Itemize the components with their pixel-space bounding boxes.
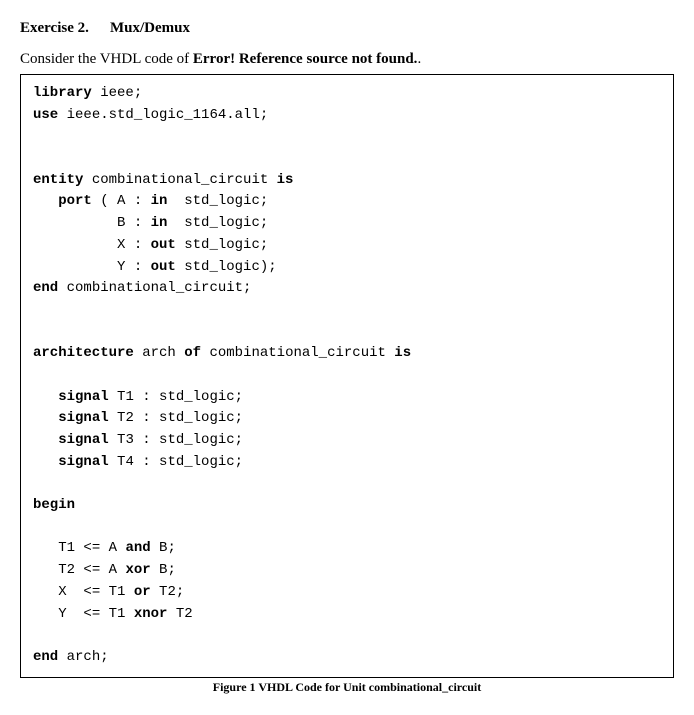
code-b1a: T1 <= A (58, 540, 125, 556)
exercise-heading: Exercise 2.Mux/Demux (20, 20, 674, 37)
kw-is2: is (394, 345, 411, 361)
intro-suffix: . (417, 51, 421, 67)
kw-entity: entity (33, 172, 83, 188)
kw-use: use (33, 107, 58, 123)
kw-signal4: signal (58, 454, 108, 470)
code-l6b: std_logic; (176, 237, 268, 253)
code-l5b: std_logic; (167, 215, 268, 231)
kw-signal1: signal (58, 389, 108, 405)
kw-end1: end (33, 280, 58, 296)
code-l9b: combinational_circuit (201, 345, 394, 361)
kw-port: port (58, 193, 92, 209)
code-endarch: arch; (58, 649, 108, 665)
code-l4b: std_logic; (167, 193, 268, 209)
kw-begin: begin (33, 497, 75, 513)
code-l6a: X : (117, 237, 151, 253)
kw-xnor: xnor (134, 606, 168, 622)
code-sig1: T1 : std_logic; (109, 389, 243, 405)
intro-error: Error! Reference source not found. (193, 51, 418, 67)
kw-end2: end (33, 649, 58, 665)
code-b4a: Y <= T1 (58, 606, 134, 622)
code-l7a: Y : (117, 259, 151, 275)
kw-xor: xor (125, 562, 150, 578)
code-sig4: T4 : std_logic; (109, 454, 243, 470)
kw-out2: out (151, 259, 176, 275)
kw-library: library (33, 85, 92, 101)
code-l7b: std_logic); (176, 259, 277, 275)
code-l1a: ieee; (92, 85, 142, 101)
kw-of: of (184, 345, 201, 361)
intro-prefix: Consider the VHDL code of (20, 51, 193, 67)
code-b2a: T2 <= A (58, 562, 125, 578)
code-b1b: B; (151, 540, 176, 556)
figure-caption: Figure 1 VHDL Code for Unit combinationa… (20, 680, 674, 695)
code-sig2: T2 : std_logic; (109, 410, 243, 426)
code-l9a: arch (134, 345, 184, 361)
exercise-title: Mux/Demux (110, 20, 190, 36)
kw-in2: in (151, 215, 168, 231)
kw-signal2: signal (58, 410, 108, 426)
code-b3a: X <= T1 (58, 584, 134, 600)
code-l3a: combinational_circuit (83, 172, 276, 188)
code-sig3: T3 : std_logic; (109, 432, 243, 448)
kw-and: and (125, 540, 150, 556)
code-l4a: ( A : (92, 193, 151, 209)
code-b3b: T2; (151, 584, 185, 600)
code-l2a: ieee.std_logic_1164.all; (58, 107, 268, 123)
kw-or: or (134, 584, 151, 600)
code-box: library ieee; use ieee.std_logic_1164.al… (20, 74, 674, 678)
kw-in1: in (151, 193, 168, 209)
code-b4b: T2 (167, 606, 192, 622)
intro-text: Consider the VHDL code of Error! Referen… (20, 51, 674, 68)
kw-signal3: signal (58, 432, 108, 448)
kw-out1: out (151, 237, 176, 253)
code-l5a: B : (117, 215, 151, 231)
kw-architecture: architecture (33, 345, 134, 361)
code-b2b: B; (151, 562, 176, 578)
exercise-number: Exercise 2. (20, 20, 110, 37)
code-l8a: combinational_circuit; (58, 280, 251, 296)
kw-is1: is (277, 172, 294, 188)
